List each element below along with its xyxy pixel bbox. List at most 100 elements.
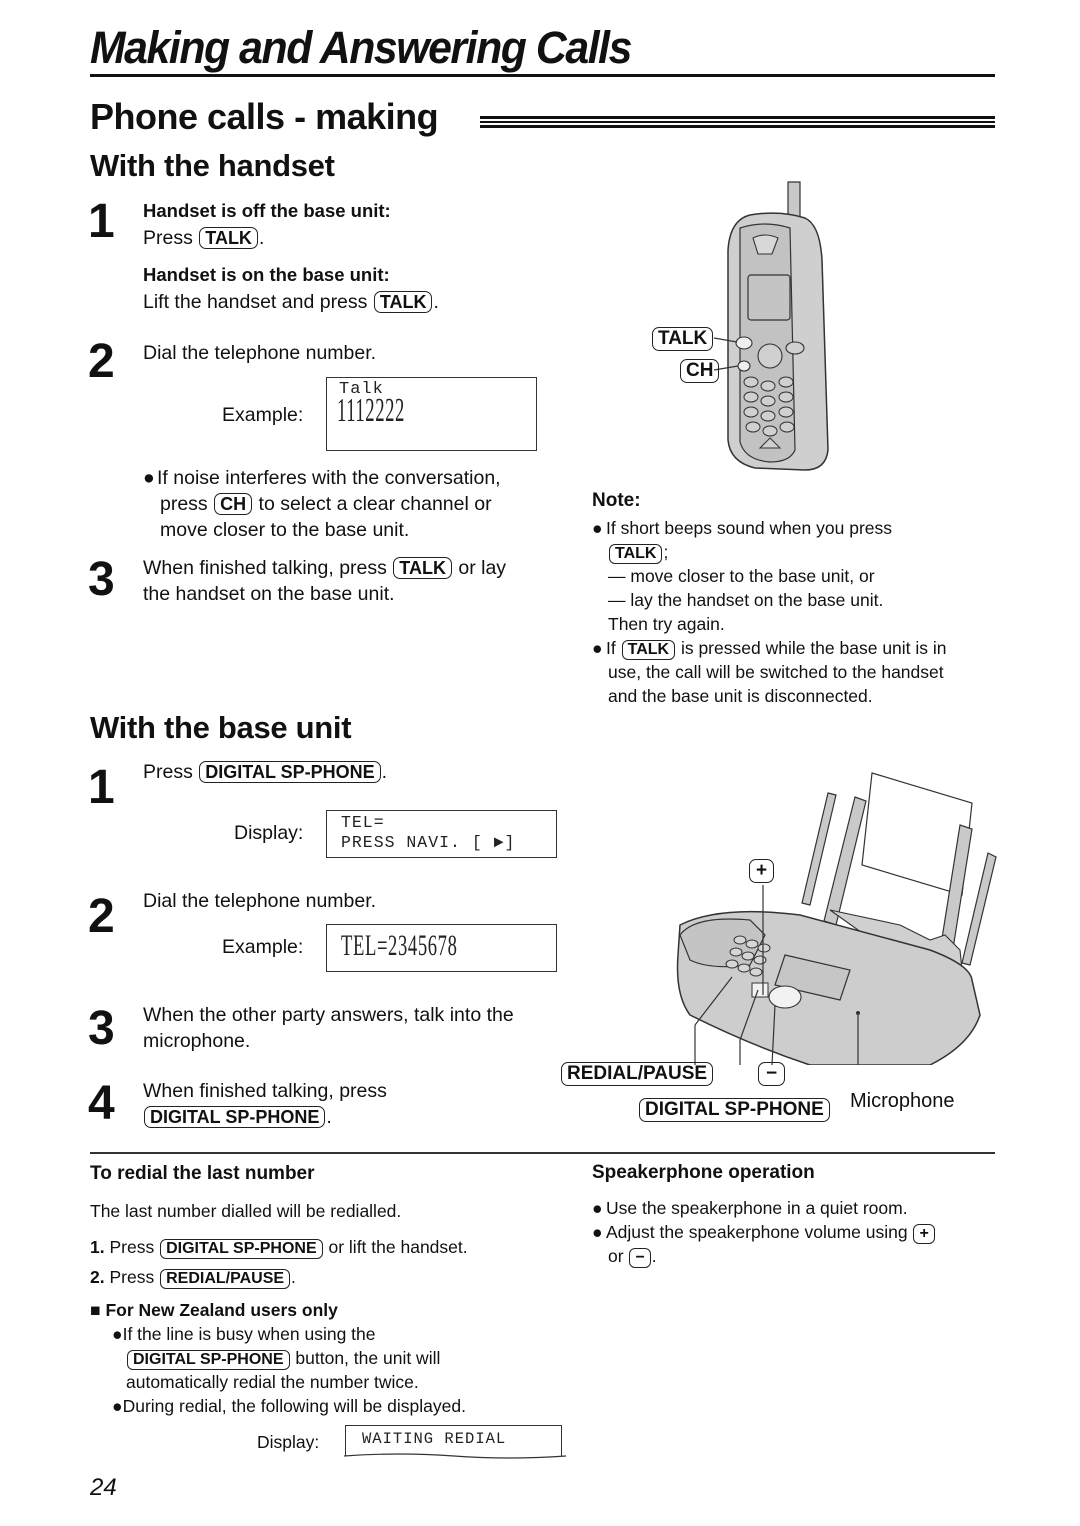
base-step-3-line2: microphone. bbox=[143, 1030, 251, 1052]
page-number: 24 bbox=[90, 1474, 117, 1501]
handset-talk-button-icon bbox=[735, 336, 753, 350]
handset-step-2-text: Dial the telephone number. bbox=[143, 342, 377, 364]
note-item-1-line1: If short beeps sound when you press bbox=[606, 518, 893, 538]
bullet-icon: ● bbox=[592, 518, 603, 538]
base-step-4-number: 4 bbox=[88, 1077, 115, 1130]
talk-key: TALK bbox=[609, 544, 663, 564]
left-outer-arm-icon bbox=[801, 792, 837, 906]
microphone-label: Microphone bbox=[850, 1090, 955, 1112]
section-title: Phone calls - making bbox=[90, 96, 439, 137]
digital-sp-phone-key: DIGITAL SP-PHONE bbox=[199, 761, 381, 783]
note-item-2-line3: and the base unit is disconnected. bbox=[608, 686, 873, 706]
nz-bullet-1-line1: If the line is busy when using the bbox=[122, 1324, 376, 1344]
noise-bullet-line1: If noise interferes with the conversatio… bbox=[157, 467, 501, 489]
step-3-line2: the handset on the base unit. bbox=[143, 583, 395, 605]
note-heading: Note: bbox=[592, 490, 641, 511]
handset-step-3-number: 3 bbox=[88, 553, 115, 606]
handset-off-heading: Handset is off the base unit: bbox=[143, 200, 391, 221]
handset-on-instruction: Lift the handset and press TALK. bbox=[143, 291, 439, 313]
handset-on-text: Lift the handset and press bbox=[143, 291, 368, 313]
base-step-1-press: Press bbox=[143, 761, 193, 783]
note-item-2-post: is pressed while the base unit is in bbox=[680, 638, 947, 658]
redial-step-2: 2. Press REDIAL/PAUSE. bbox=[90, 1265, 296, 1289]
bullet-icon: ● bbox=[592, 638, 603, 658]
chapter-title: Making and Answering Calls bbox=[90, 22, 632, 73]
handset-on-heading: Handset is on the base unit: bbox=[143, 264, 390, 285]
handset-display-line2: 1112222 bbox=[337, 392, 405, 429]
handset-step-3-text: When finished talking, press TALK or lay… bbox=[143, 555, 506, 607]
nz-heading: ■ For New Zealand users only bbox=[90, 1298, 338, 1322]
redial-step-2-num: 2. bbox=[90, 1267, 105, 1287]
handset-section-title: With the handset bbox=[90, 148, 335, 183]
redial-intro: The last number dialled will be redialle… bbox=[90, 1201, 402, 1221]
redial-pause-key: REDIAL/PAUSE bbox=[160, 1269, 291, 1289]
minus-key: − bbox=[629, 1248, 651, 1268]
note-item-1-dash2: — lay the handset on the base unit. bbox=[608, 590, 884, 610]
redial-step-1-num: 1. bbox=[90, 1237, 105, 1257]
base-step-2-number: 2 bbox=[88, 890, 115, 943]
step-3-pre: When finished talking, press bbox=[143, 557, 387, 579]
navigator-button-icon bbox=[768, 985, 802, 1009]
nz-bullet-2: During redial, the following will be dis… bbox=[122, 1396, 466, 1416]
handset-step-2-number: 2 bbox=[88, 335, 115, 388]
handset-example-label: Example: bbox=[222, 404, 304, 426]
handset-screen-icon bbox=[747, 274, 791, 321]
fax-machine-illustration bbox=[676, 772, 997, 1065]
section-rule bbox=[480, 116, 995, 130]
base-step-3-text: When the other party answers, talk into … bbox=[143, 1002, 514, 1054]
plus-label: + bbox=[749, 859, 775, 883]
base-example-display: TEL=2345678 bbox=[326, 924, 557, 972]
base-step-1-number: 1 bbox=[88, 761, 115, 814]
redial-step-1: 1. Press DIGITAL SP-PHONE or lift the ha… bbox=[90, 1235, 468, 1259]
redial-step-2-post: . bbox=[291, 1267, 296, 1287]
speakerphone-or: or bbox=[608, 1246, 624, 1266]
digital-sp-phone-button-icon bbox=[751, 982, 769, 998]
noise-bullet-line3: move closer to the base unit. bbox=[160, 519, 410, 541]
note-item-2-pre: If bbox=[606, 638, 616, 658]
talk-key: TALK bbox=[373, 291, 433, 313]
digital-sp-phone-key: DIGITAL SP-PHONE bbox=[160, 1239, 323, 1259]
right-outer-arm-icon bbox=[961, 852, 997, 966]
digital-sp-phone-label: DIGITAL SP-PHONE bbox=[639, 1098, 830, 1122]
base-step-3-line1: When the other party answers, talk into … bbox=[143, 1004, 514, 1026]
bullet-icon: ● bbox=[112, 1396, 123, 1416]
note-item-1-then: Then try again. bbox=[608, 614, 725, 634]
ch-key: CH bbox=[214, 493, 253, 515]
base-step-3-number: 3 bbox=[88, 1002, 115, 1055]
noise-bullet-line2: to select a clear channel or bbox=[258, 493, 492, 515]
base-unit-section-title: With the base unit bbox=[90, 710, 352, 745]
minus-label: − bbox=[758, 1062, 786, 1086]
base-step-4-text: When finished talking, press DIGITAL SP-… bbox=[143, 1080, 387, 1128]
bullet-icon: ● bbox=[143, 467, 155, 489]
speakerphone-heading: Speakerphone operation bbox=[592, 1162, 815, 1183]
note-list: ● If short beeps sound when you press TAL… bbox=[592, 516, 992, 708]
base-step-2-text: Dial the telephone number. bbox=[143, 890, 377, 912]
nz-display-label: Display: bbox=[257, 1432, 320, 1452]
redial-step-1-pre: Press bbox=[109, 1237, 155, 1257]
noise-bullet-press: press bbox=[160, 493, 208, 515]
nz-bullet-1-line3: automatically redial the number twice. bbox=[126, 1372, 419, 1392]
handset-noise-bullet: ● If noise interferes with the conversati… bbox=[143, 465, 501, 543]
talk-key: TALK bbox=[199, 227, 258, 249]
bullet-icon: ● bbox=[112, 1324, 123, 1344]
base-example-display-text: TEL=2345678 bbox=[341, 929, 458, 962]
waiting-redial-display: WAITING REDIAL bbox=[344, 1425, 566, 1459]
microphone-icon bbox=[856, 1011, 860, 1015]
handset-off-instruction: Press TALK. bbox=[143, 227, 265, 249]
speakerphone-list: ● Use the speakerphone in a quiet room. ●… bbox=[592, 1196, 992, 1268]
handset-off-text: Press bbox=[143, 227, 193, 249]
redial-step-1-post: or lift the handset. bbox=[328, 1237, 468, 1257]
nz-heading-text: For New Zealand users only bbox=[105, 1300, 338, 1320]
digital-sp-phone-key: DIGITAL SP-PHONE bbox=[127, 1350, 290, 1370]
chapter-rule bbox=[90, 74, 995, 77]
handset-step-1-number: 1 bbox=[88, 195, 115, 248]
handset-ch-button-icon bbox=[737, 360, 751, 372]
base-display-line1: TEL= bbox=[341, 813, 385, 832]
note-item-2-line2: use, the call will be switched to the ha… bbox=[608, 662, 944, 682]
speakerphone-bullet-2: Adjust the speakerphone volume using bbox=[606, 1222, 908, 1242]
nz-bullets: ●If the line is busy when using the DIGI… bbox=[112, 1322, 466, 1418]
note-item-1-dash1: — move closer to the base unit, or bbox=[608, 566, 875, 586]
step-3-post: or lay bbox=[458, 557, 507, 579]
base-display-line2: PRESS NAVI. [ ►] bbox=[341, 833, 516, 852]
redial-pause-label: REDIAL/PAUSE bbox=[561, 1062, 714, 1086]
